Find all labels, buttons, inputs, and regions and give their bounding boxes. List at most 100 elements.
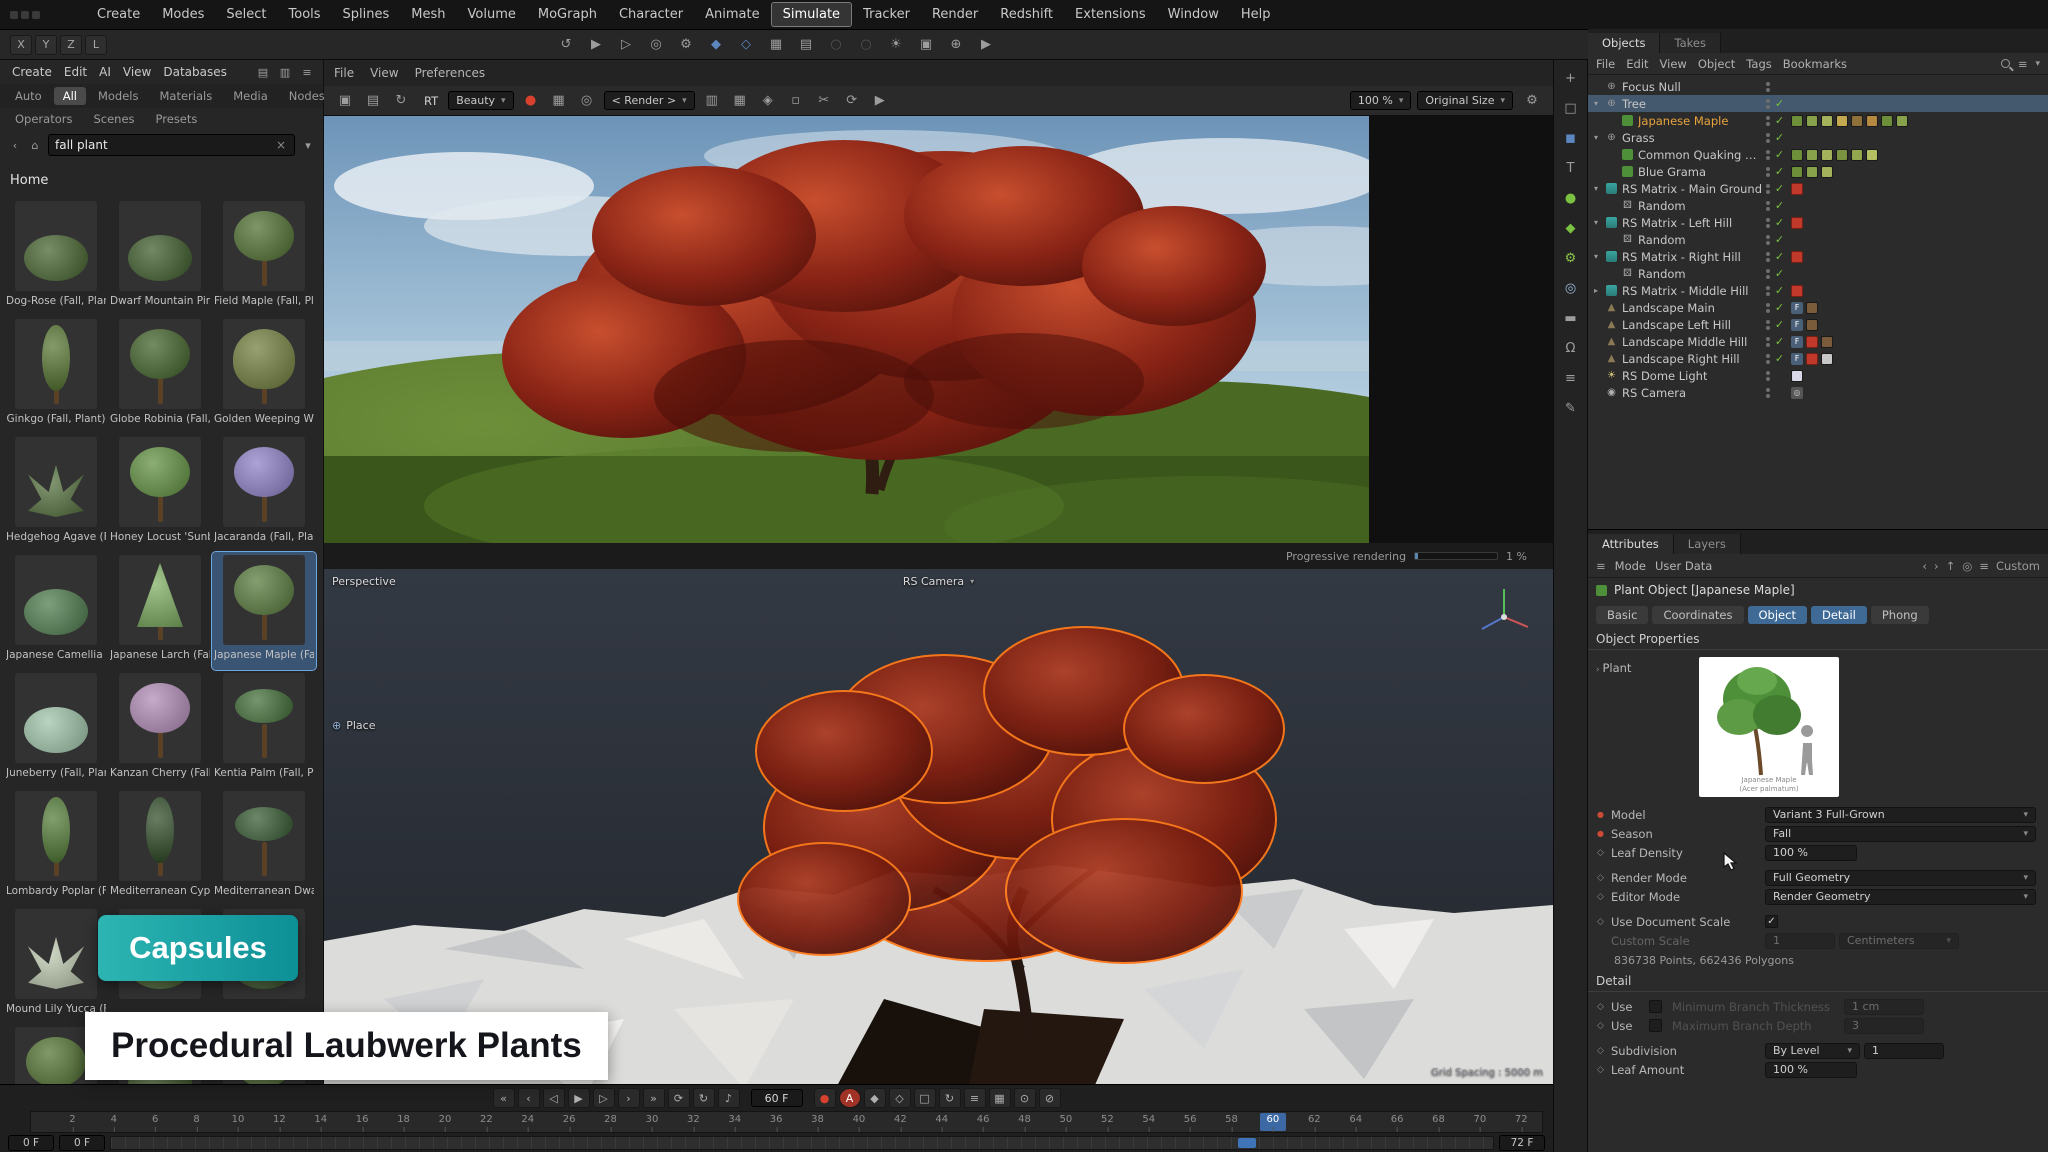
- menu-item-extensions[interactable]: Extensions: [1064, 3, 1157, 26]
- custom-scale-field[interactable]: 1: [1765, 933, 1835, 949]
- disabled-tool-icon[interactable]: ○: [823, 34, 849, 56]
- record-position-button[interactable]: ◇: [889, 1088, 911, 1108]
- asset-item-golden-weeping-willo[interactable]: Golden Weeping Willo...: [212, 316, 316, 434]
- camera-view-icon[interactable]: ◎: [643, 34, 669, 56]
- enabled-check-icon[interactable]: ✓: [1772, 182, 1787, 195]
- texture-swatch[interactable]: [1881, 115, 1893, 127]
- menu-item-select[interactable]: Select: [215, 3, 277, 26]
- search-options-icon[interactable]: ▾: [299, 136, 317, 154]
- menu-item-animate[interactable]: Animate: [694, 3, 770, 26]
- snapshot-icon[interactable]: ◎: [574, 90, 600, 112]
- asset-item-globe-robinia-fall-pl[interactable]: Globe Robinia (Fall, Pl...: [108, 316, 212, 434]
- texture-swatch[interactable]: [1851, 149, 1863, 161]
- disabled-tool-icon-2[interactable]: ○: [853, 34, 879, 56]
- visibility-dots[interactable]: [1764, 99, 1772, 109]
- object-row-rs-matrix-main-ground[interactable]: ▾RS Matrix - Main Ground✓: [1588, 180, 2048, 197]
- home-icon[interactable]: ⌂: [26, 136, 44, 154]
- ipr-refresh-icon[interactable]: ⟳: [839, 90, 865, 112]
- keyframe-diamond-icon[interactable]: ◇: [1594, 873, 1607, 883]
- keyframe-diamond-icon[interactable]: ◇: [1594, 892, 1607, 902]
- leaf-amount-field[interactable]: 100 %: [1765, 1062, 1857, 1078]
- enabled-check-icon[interactable]: ✓: [1772, 97, 1787, 110]
- place-tool-hud[interactable]: ⊕Place: [332, 719, 375, 732]
- keyframe-diamond-icon[interactable]: ◇: [1594, 1065, 1607, 1075]
- visibility-dots[interactable]: [1764, 218, 1772, 228]
- visibility-dots[interactable]: [1764, 82, 1772, 92]
- object-row-rs-matrix-right-hill[interactable]: ▾RS Matrix - Right Hill✓: [1588, 248, 2048, 265]
- redshift-tag-icon[interactable]: [1806, 336, 1818, 348]
- render-settings-gear-icon[interactable]: ⚙: [1519, 90, 1545, 112]
- knife-icon[interactable]: ▬: [1558, 306, 1584, 330]
- save-image-icon[interactable]: ▣: [332, 90, 358, 112]
- leaf-density-field[interactable]: 100 %: [1765, 845, 1857, 861]
- asset-item-dog-rose-fall-plant[interactable]: Dog-Rose (Fall, Plant): [4, 198, 108, 316]
- texture-swatch[interactable]: [1821, 166, 1833, 178]
- asset-item-japanese-larch-fall[interactable]: Japanese Larch (Fall, ...: [108, 552, 212, 670]
- menu-item-simulate[interactable]: Simulate: [771, 2, 852, 27]
- object-row-rs-camera[interactable]: ◉RS Camera◎: [1588, 384, 2048, 401]
- menu-item-mograph[interactable]: MoGraph: [527, 3, 608, 26]
- loop-mode-button[interactable]: ⟳: [668, 1088, 690, 1108]
- am-tab-layers[interactable]: Layers: [1674, 534, 1741, 554]
- material-tag-icon[interactable]: [1821, 336, 1833, 348]
- axis-lock-y[interactable]: Y: [35, 35, 57, 55]
- attr-tab-basic[interactable]: Basic: [1596, 606, 1648, 624]
- asset-item-dwarf-mountain-pine[interactable]: Dwarf Mountain Pine (...: [108, 198, 212, 316]
- pin-icon[interactable]: ◎: [1962, 559, 1972, 573]
- play-button[interactable]: ▶: [568, 1088, 590, 1108]
- exclude-button[interactable]: ⊘: [1039, 1088, 1061, 1108]
- keyframe-diamond-icon[interactable]: ◇: [1594, 1002, 1607, 1012]
- bookmark-dropdown-icon[interactable]: ▾: [2035, 59, 2040, 69]
- om-menu-file[interactable]: File: [1596, 57, 1615, 71]
- asset-item-hedgehog-agave-fall[interactable]: Hedgehog Agave (Fall...: [4, 434, 108, 552]
- expand-arrow-icon[interactable]: ▾: [1594, 218, 1605, 227]
- workplane-icon[interactable]: ▤: [793, 34, 819, 56]
- subdivision-level-field[interactable]: 1: [1864, 1043, 1944, 1059]
- preview-start-field[interactable]: 0 F: [59, 1135, 105, 1151]
- redshift-ipr-icon[interactable]: ●: [518, 90, 544, 112]
- back-arrow-icon[interactable]: ‹: [1922, 559, 1927, 573]
- asset-item-japanese-maple-fall[interactable]: Japanese Maple (Fall, ...: [212, 552, 316, 670]
- enabled-check-icon[interactable]: ✓: [1772, 114, 1787, 127]
- keyframe-diamond-icon[interactable]: ◇: [1594, 848, 1607, 858]
- visibility-dots[interactable]: [1764, 116, 1772, 126]
- dynamics-icon[interactable]: ●: [1558, 186, 1584, 210]
- autokey-button[interactable]: A: [839, 1088, 861, 1108]
- render-pass-dropdown[interactable]: Beauty▾: [448, 91, 513, 110]
- asset-item-ginkgo-fall-plant[interactable]: Ginkgo (Fall, Plant): [4, 316, 108, 434]
- texture-swatch[interactable]: [1851, 115, 1863, 127]
- filter-tab-all[interactable]: All: [54, 87, 86, 105]
- size-mode-dropdown[interactable]: Original Size▾: [1417, 91, 1513, 110]
- axis-lock-l[interactable]: L: [85, 35, 107, 55]
- menu-item-mesh[interactable]: Mesh: [400, 3, 456, 26]
- enabled-check-icon[interactable]: ✓: [1772, 267, 1787, 280]
- menu-item-create[interactable]: Create: [86, 3, 151, 26]
- axis-lock-z[interactable]: Z: [60, 35, 82, 55]
- asset-item-field-maple-fall-plant[interactable]: Field Maple (Fall, Plant): [212, 198, 316, 316]
- am-tab-attributes[interactable]: Attributes: [1588, 534, 1674, 554]
- record-parameter-button[interactable]: ≡: [964, 1088, 986, 1108]
- texture-swatch[interactable]: [1821, 149, 1833, 161]
- maximum-branch-depth-field[interactable]: 3: [1844, 1018, 1924, 1034]
- object-row-landscape-right-hill[interactable]: ▲Landscape Right Hill✓F: [1588, 350, 2048, 367]
- compare-ab-icon[interactable]: ▥: [699, 90, 725, 112]
- search-icon[interactable]: [2001, 59, 2010, 68]
- ab-menu-edit[interactable]: Edit: [58, 63, 93, 81]
- asset-item-japanese-camellia-fal[interactable]: Japanese Camellia (Fal...: [4, 552, 108, 670]
- om-menu-view[interactable]: View: [1660, 57, 1687, 71]
- compass-icon[interactable]: ◎: [1558, 276, 1584, 300]
- plant-preview-thumbnail[interactable]: Japanese Maple (Acer palmatum): [1699, 657, 1839, 797]
- mograph-icon[interactable]: ▣: [913, 34, 939, 56]
- om-menu-object[interactable]: Object: [1698, 57, 1735, 71]
- grid-overlay-icon[interactable]: ▦: [727, 90, 753, 112]
- menu-item-render[interactable]: Render: [921, 3, 989, 26]
- menu-item-tracker[interactable]: Tracker: [852, 3, 921, 26]
- record-scale-button[interactable]: □: [914, 1088, 936, 1108]
- season-dropdown[interactable]: Fall▾: [1765, 826, 2036, 842]
- viewport-camera-label[interactable]: RS Camera▾: [903, 575, 974, 588]
- enabled-check-icon[interactable]: ✓: [1772, 216, 1787, 229]
- range-marker[interactable]: [1238, 1138, 1256, 1148]
- clear-search-icon[interactable]: ×: [274, 138, 288, 152]
- keyframe-diamond-icon[interactable]: ◇: [1594, 1046, 1607, 1056]
- subdivision-dropdown[interactable]: By Level▾: [1765, 1043, 1860, 1059]
